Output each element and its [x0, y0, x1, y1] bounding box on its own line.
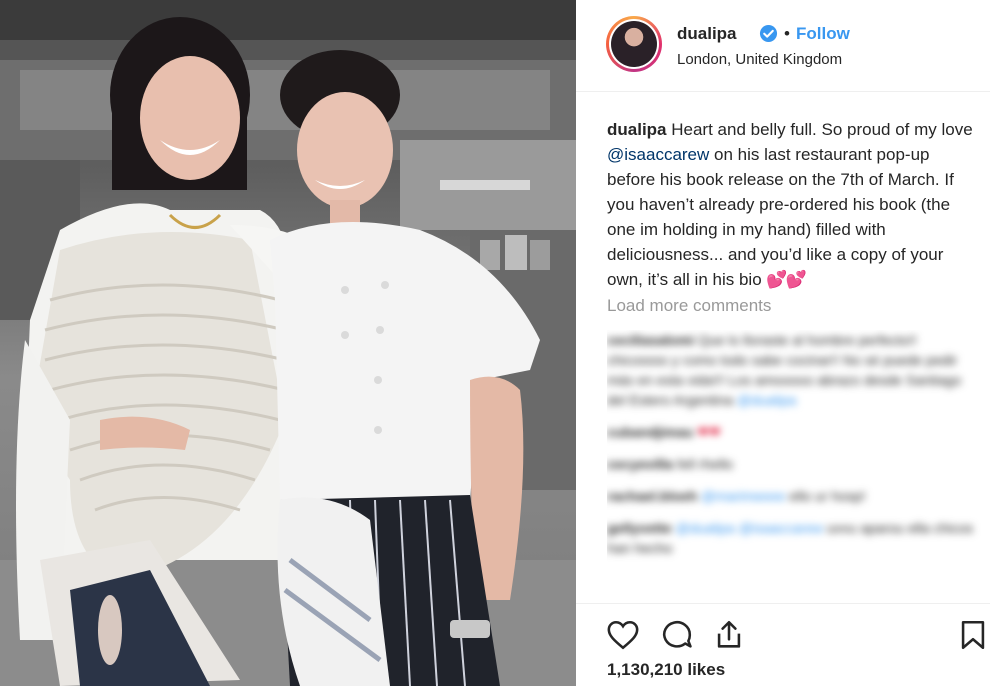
comment-item: cubandjimau ❤❤ — [607, 422, 981, 442]
avatar[interactable] — [606, 16, 662, 72]
post-caption: dualipa Heart and belly full. So proud o… — [607, 117, 981, 292]
load-more-comments-button[interactable]: Load more comments — [607, 296, 771, 316]
post-header: dualipa • Follow London, United Kingdom — [576, 0, 990, 92]
caption-text-2: on his last restaurant pop-up before his… — [607, 145, 954, 289]
location-link[interactable]: London, United Kingdom — [677, 51, 842, 68]
comment-username[interactable]: rachael.bloeh — [607, 488, 697, 504]
comment-icon[interactable] — [660, 618, 694, 652]
header-username[interactable]: dualipa — [677, 24, 737, 44]
comment-username[interactable]: cubandjimau — [607, 424, 693, 440]
header-separator: • — [784, 24, 790, 43]
share-icon[interactable] — [712, 618, 746, 652]
post-photo — [0, 0, 576, 686]
comment-username[interactable]: gellyvette — [607, 520, 672, 536]
comment-username[interactable]: ceciliasalomi — [607, 332, 694, 348]
caption-username[interactable]: dualipa — [607, 120, 667, 139]
heart-icon[interactable] — [606, 618, 640, 652]
comment-text: fell rhello — [677, 456, 734, 472]
comment-emoji: ❤❤ — [697, 424, 721, 440]
caption-emoji: 💕💕 — [766, 270, 806, 289]
comment-mention[interactable]: @dualipa @isaaccarew — [675, 520, 823, 536]
comment-username[interactable]: cecyevilla — [607, 456, 673, 472]
photo-illustration — [0, 0, 576, 686]
comment-item: cecyevilla fell rhello — [607, 454, 981, 474]
bookmark-icon[interactable] — [956, 618, 990, 652]
comment-text: ello ur hosp! — [789, 488, 866, 504]
comment-item: gellyvette @dualipa @isaaccarew uvvu apa… — [607, 518, 981, 558]
caption-text-1: Heart and belly full. So proud of my lov… — [671, 120, 973, 139]
comment-mention[interactable]: @dualipa — [737, 392, 796, 408]
follow-button[interactable]: Follow — [796, 24, 850, 44]
caption-mention-link[interactable]: @isaaccarew — [607, 145, 709, 164]
verified-badge-icon — [759, 24, 778, 43]
post-side-panel: dualipa • Follow London, United Kingdom … — [576, 0, 990, 686]
action-bar — [576, 603, 990, 652]
comment-mention[interactable]: @marimeeee — [701, 488, 785, 504]
avatar-image — [611, 21, 657, 67]
comment-item: ceciliasalomi Que lo lloraste al hombre … — [607, 330, 981, 410]
comment-item: rachael.bloeh @marimeeee ello ur hosp! — [607, 486, 981, 506]
likes-count[interactable]: 1,130,210 likes — [607, 660, 725, 680]
comments-list: ceciliasalomi Que lo lloraste al hombre … — [607, 330, 981, 600]
